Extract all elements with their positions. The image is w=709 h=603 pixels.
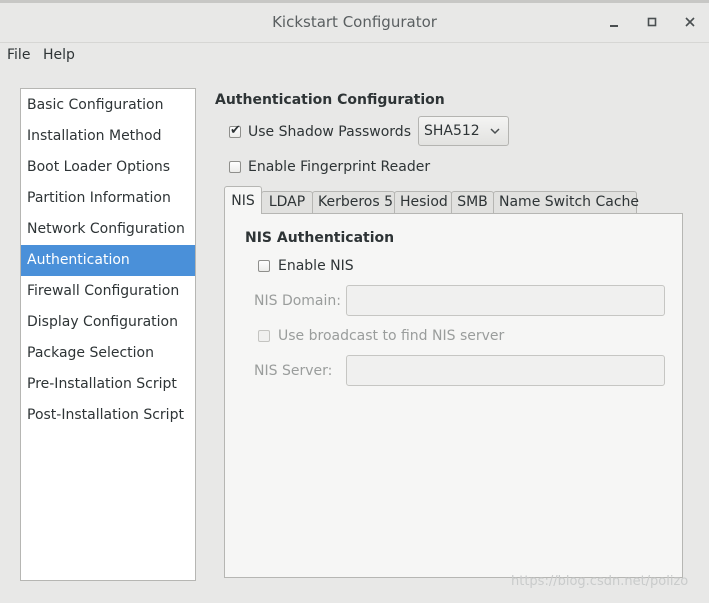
tab-nis[interactable]: NIS [224,186,262,214]
title-bar-edge [0,0,709,3]
sidebar: Basic Configuration Installation Method … [20,88,196,581]
auth-heading: Authentication Configuration [215,92,445,108]
sidebar-item-package-selection[interactable]: Package Selection [21,338,195,369]
chevron-down-icon [489,125,501,137]
menu-help[interactable]: Help [43,47,75,63]
hash-algorithm-value: SHA512 [424,123,480,139]
sidebar-item-display-configuration[interactable]: Display Configuration [21,307,195,338]
tab-ldap[interactable]: LDAP [261,191,313,213]
shadow-passwords-checkbox[interactable] [229,123,241,138]
window-title: Kickstart Configurator [272,13,437,31]
sidebar-item-partition-information[interactable]: Partition Information [21,183,195,214]
nis-domain-label: NIS Domain: [254,293,341,309]
nis-server-input[interactable] [346,355,665,386]
close-icon[interactable] [681,13,699,31]
title-bar[interactable]: Kickstart Configurator [0,0,709,43]
broadcast-checkbox[interactable] [258,330,270,342]
watermark: https://blog.csdn.net/polizo [511,574,689,589]
broadcast-label: Use broadcast to find NIS server [278,328,505,344]
fingerprint-label[interactable]: Enable Fingerprint Reader [248,159,430,175]
enable-nis-label[interactable]: Enable NIS [278,258,354,274]
tab-name-switch-cache[interactable]: Name Switch Cache [493,191,639,213]
maximize-icon[interactable] [643,13,661,31]
nis-server-label: NIS Server: [254,363,333,379]
sidebar-item-boot-loader-options[interactable]: Boot Loader Options [21,152,195,183]
tab-smb[interactable]: SMB [451,191,494,213]
sidebar-item-network-configuration[interactable]: Network Configuration [21,214,195,245]
sidebar-item-firewall-configuration[interactable]: Firewall Configuration [21,276,195,307]
shadow-passwords-label[interactable]: Use Shadow Passwords [248,124,411,140]
sidebar-item-post-installation-script[interactable]: Post-Installation Script [21,400,195,431]
tab-kerberos-5[interactable]: Kerberos 5 [312,191,395,213]
sidebar-item-authentication[interactable]: Authentication [21,245,195,276]
menu-bar [0,43,709,69]
sidebar-item-installation-method[interactable]: Installation Method [21,121,195,152]
fingerprint-checkbox[interactable] [229,161,241,173]
enable-nis-checkbox[interactable] [258,260,270,272]
tab-hesiod[interactable]: Hesiod [394,191,452,213]
sidebar-item-basic-configuration[interactable]: Basic Configuration [21,90,195,121]
minimize-icon[interactable] [605,13,623,31]
nis-heading: NIS Authentication [245,230,395,246]
nis-domain-input[interactable] [346,285,665,316]
sidebar-item-pre-installation-script[interactable]: Pre-Installation Script [21,369,195,400]
hash-algorithm-select[interactable]: SHA512 [418,116,509,146]
menu-file[interactable]: File [7,47,30,63]
